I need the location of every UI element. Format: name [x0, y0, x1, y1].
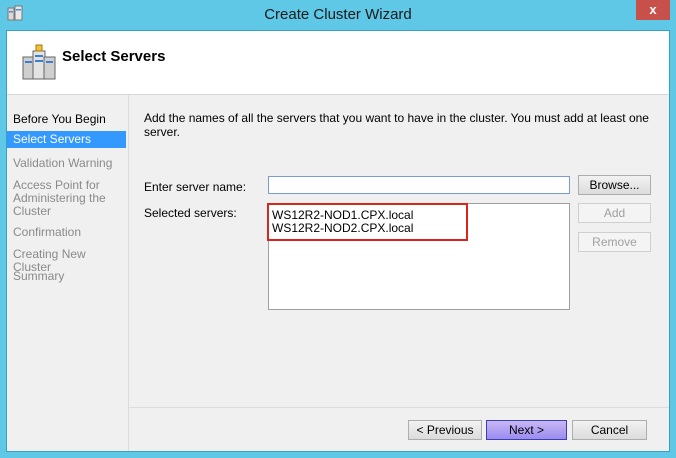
cancel-button[interactable]: Cancel: [572, 420, 647, 440]
nav-step-access-point: Access Point for Administering the Clust…: [13, 178, 106, 218]
server-name-label: Enter server name:: [144, 180, 247, 194]
instructions-text: Add the names of all the servers that yo…: [144, 111, 649, 139]
browse-button[interactable]: Browse...: [578, 175, 651, 195]
page-title: Select Servers: [62, 48, 166, 65]
selected-servers-label: Selected servers:: [144, 206, 237, 220]
add-button[interactable]: Add: [578, 203, 651, 223]
server-name-input[interactable]: [268, 176, 570, 194]
nav-step-validation-warning: Validation Warning: [13, 156, 113, 170]
servers-icon: [22, 44, 56, 80]
wizard-header: Select Servers: [7, 31, 669, 95]
close-button[interactable]: x: [636, 0, 670, 20]
remove-button[interactable]: Remove: [578, 232, 651, 252]
previous-button[interactable]: < Previous: [408, 420, 482, 440]
nav-step-summary: Summary: [13, 269, 65, 283]
next-button[interactable]: Next >: [486, 420, 567, 440]
wizard-window: Create Cluster Wizard x Select Servers B…: [0, 0, 676, 458]
wizard-steps-nav: Before You Begin Select Servers Validati…: [7, 95, 129, 451]
nav-step-confirmation: Confirmation: [13, 225, 82, 239]
nav-step-select-servers[interactable]: Select Servers: [7, 131, 126, 148]
nav-step-before-you-begin[interactable]: Before You Begin: [7, 113, 126, 126]
wizard-client-area: Select Servers Before You Begin Select S…: [6, 30, 670, 452]
wizard-content: Add the names of all the servers that yo…: [129, 95, 669, 451]
window-title: Create Cluster Wizard: [264, 6, 412, 23]
highlight-annotation-box: [267, 203, 468, 241]
title-bar[interactable]: Create Cluster Wizard x: [0, 0, 676, 30]
footer-divider: [129, 407, 669, 408]
